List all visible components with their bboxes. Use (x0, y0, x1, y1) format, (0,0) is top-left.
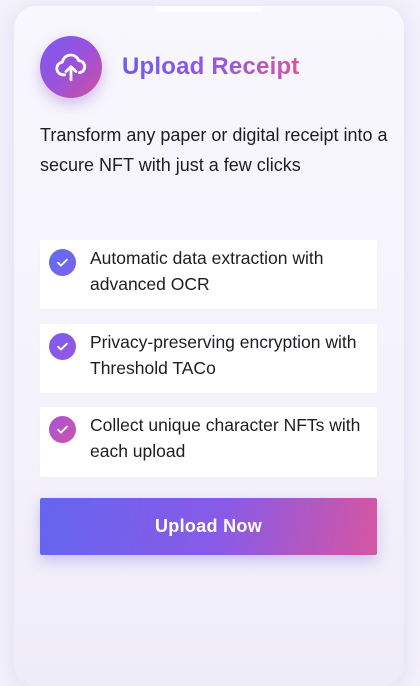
upload-now-button[interactable]: Upload Now (40, 498, 377, 555)
feature-item: Automatic data extraction with advanced … (40, 240, 377, 309)
card-header: Upload Receipt (40, 36, 300, 98)
feature-label: Automatic data extraction with advanced … (90, 248, 324, 294)
check-circle-icon (49, 416, 76, 443)
page-title: Upload Receipt (122, 53, 300, 80)
feature-label: Collect unique character NFTs with each … (90, 415, 361, 461)
feature-item: Privacy-preserving encryption with Thres… (40, 324, 377, 393)
description-text: Transform any paper or digital receipt i… (40, 125, 388, 175)
feature-item: Collect unique character NFTs with each … (40, 407, 377, 477)
cloud-upload-icon (40, 36, 102, 98)
check-circle-icon (49, 333, 76, 360)
feature-label: Privacy-preserving encryption with Thres… (90, 332, 357, 378)
feature-list: Automatic data extraction with advanced … (40, 234, 377, 491)
upload-receipt-card: Upload Receipt Transform any paper or di… (14, 6, 404, 686)
check-circle-icon (49, 249, 76, 276)
